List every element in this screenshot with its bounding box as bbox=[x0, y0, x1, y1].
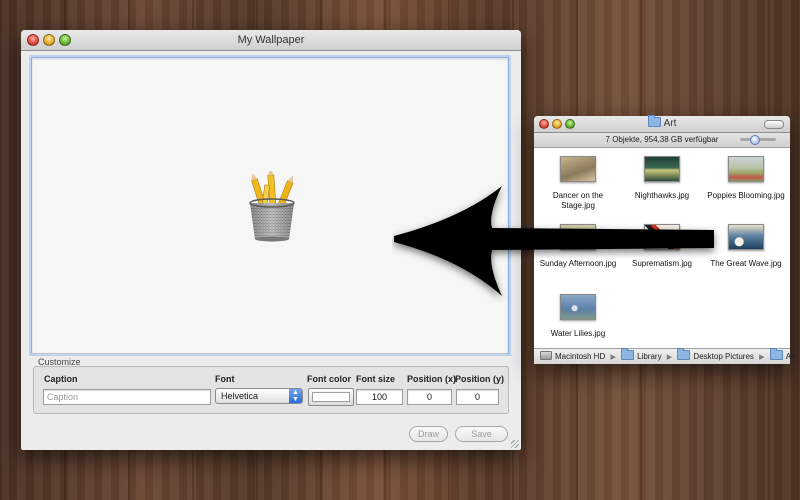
position-y-label: Position (y) bbox=[455, 374, 504, 384]
window-title: My Wallpaper bbox=[237, 34, 305, 46]
caption-label: Caption bbox=[44, 374, 78, 384]
path-item[interactable]: Desktop Pictures bbox=[693, 352, 753, 361]
toolbar-toggle-button[interactable] bbox=[764, 120, 784, 129]
customize-panel: Caption Caption Font Helvetica ▲ ▼ Font c… bbox=[33, 366, 509, 414]
position-y-input[interactable]: 0 bbox=[456, 389, 499, 405]
font-size-label: Font size bbox=[356, 374, 396, 384]
finder-minimize-button[interactable] bbox=[552, 119, 562, 129]
window-controls bbox=[27, 34, 71, 46]
zoom-button[interactable] bbox=[59, 34, 71, 46]
path-item[interactable]: Library bbox=[637, 352, 661, 361]
font-color-swatch bbox=[312, 392, 350, 402]
position-x-input[interactable]: 0 bbox=[407, 389, 452, 405]
font-size-input[interactable]: 100 bbox=[356, 389, 403, 405]
file-thumbnail bbox=[560, 156, 596, 182]
finder-path-bar: Macintosh HD ▶ Library ▶ Desktop Picture… bbox=[534, 348, 796, 364]
font-label: Font bbox=[215, 374, 235, 384]
close-button[interactable] bbox=[27, 34, 39, 46]
finder-close-button[interactable] bbox=[539, 119, 549, 129]
font-color-label: Font color bbox=[307, 374, 351, 384]
finder-status-text: 7 Objekte, 954,38 GB verfügbar bbox=[605, 135, 719, 144]
caption-input[interactable]: Caption bbox=[43, 389, 211, 405]
finder-window-controls bbox=[539, 119, 575, 129]
finder-zoom-button[interactable] bbox=[565, 119, 575, 129]
font-color-well[interactable] bbox=[308, 388, 354, 406]
chevron-updown-icon: ▲ ▼ bbox=[289, 389, 302, 403]
window-titlebar[interactable]: My Wallpaper bbox=[21, 30, 521, 51]
file-name: Water Lilies.jpg bbox=[550, 329, 606, 338]
slider-knob[interactable] bbox=[750, 135, 760, 145]
font-select[interactable]: Helvetica ▲ ▼ bbox=[215, 388, 303, 404]
font-select-value: Helvetica bbox=[221, 391, 259, 401]
folder-icon bbox=[621, 348, 635, 360]
path-separator-icon: ▶ bbox=[610, 354, 616, 361]
resize-grip[interactable] bbox=[511, 440, 519, 448]
path-separator-icon: ▶ bbox=[759, 354, 765, 361]
file-thumbnail bbox=[644, 156, 680, 182]
folder-icon bbox=[647, 115, 661, 127]
minimize-button[interactable] bbox=[43, 34, 55, 46]
hard-drive-icon bbox=[540, 351, 552, 360]
path-separator-icon: ▶ bbox=[666, 354, 673, 361]
finder-title: Art bbox=[663, 118, 677, 129]
pencil-cup-icon bbox=[249, 171, 295, 242]
path-item[interactable]: Macintosh HD bbox=[555, 352, 605, 361]
draw-button[interactable]: Draw bbox=[409, 426, 448, 442]
folder-icon bbox=[769, 348, 783, 360]
finder-titlebar[interactable]: Art bbox=[534, 115, 790, 133]
arrow-left-icon bbox=[394, 186, 714, 296]
finder-status-bar: 7 Objekte, 954,38 GB verfügbar bbox=[534, 133, 790, 148]
position-x-label: Position (x) bbox=[407, 374, 456, 384]
folder-icon bbox=[677, 348, 691, 360]
customize-separator bbox=[31, 353, 507, 354]
file-thumbnail bbox=[728, 224, 764, 250]
save-button[interactable]: Save bbox=[455, 426, 508, 442]
icon-size-slider[interactable] bbox=[740, 135, 776, 145]
path-item[interactable]: Art bbox=[786, 352, 796, 361]
file-thumbnail bbox=[728, 156, 764, 182]
